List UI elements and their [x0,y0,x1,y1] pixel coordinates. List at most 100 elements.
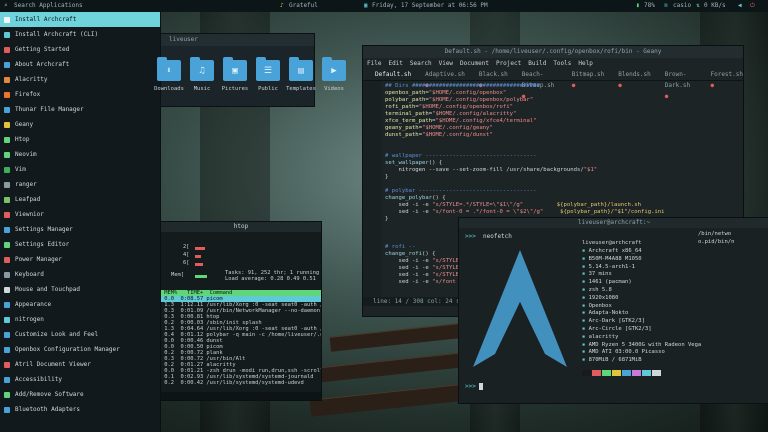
now-playing[interactable]: Grateful [289,2,318,9]
editor-tab[interactable]: Brown-Dark.sh ● [665,69,697,100]
menu-item[interactable]: Settings Editor [0,237,160,252]
battery-icon: ▮ [636,2,640,9]
network-speed: 0 KB/s [704,2,726,9]
menu-item-label: Htop [15,136,30,143]
editor-menu-item[interactable]: View [439,58,453,69]
editor-menu-item[interactable]: Build [528,58,546,69]
editor-title[interactable]: Default.sh - /home/liveuser/.config/open… [363,46,743,58]
file-manager-title[interactable]: liveuser [161,34,314,46]
info-icon: ▪ [582,349,589,356]
search-icon[interactable]: ⌕ [4,2,8,9]
calendar-icon: ▣ [364,2,368,9]
editor-menu-item[interactable]: Document [460,58,489,69]
neofetch-value: 5.14.5-arch1-1 [588,263,635,270]
menu-item[interactable]: Alacritty [0,72,160,87]
menu-item[interactable]: Leafpad [0,192,160,207]
editor-menu-item[interactable]: Edit [388,58,402,69]
folder-icon[interactable]: ☰ [256,57,280,81]
htop-load: Load average: 0.28 0.49 0.51 [225,276,316,282]
neofetch-line: ▪ B50M-M4A88 M1050 [582,256,642,264]
menu-item[interactable]: Keyboard [0,267,160,282]
menu-item[interactable]: Htop [0,132,160,147]
menu-item[interactable]: Thunar File Manager [0,102,160,117]
volume-icon[interactable]: ◀ [738,2,742,9]
editor-menu-item[interactable]: Search [410,58,432,69]
folder-icon[interactable]: ▤ [289,57,313,81]
menu-item[interactable]: Install Archcraft (CLI) [0,27,160,42]
info-icon: ▪ [582,341,589,348]
process-row[interactable]: 0.2 0:00.42 /usr/lib/systemd/systemd-ude… [161,380,304,386]
menu-item[interactable]: Firefox [0,87,160,102]
menu-item[interactable]: Mouse and Touchpad [0,282,160,297]
menu-item[interactable]: Geany [0,117,160,132]
menu-item-label: Thunar File Manager [15,106,84,113]
code-line: rofi_path="$HOME/.config/openbox/rofi" [385,104,513,110]
menu-item-label: Leafpad [15,196,41,203]
menu-item[interactable]: Atril Document Viewer [0,357,160,372]
menu-item[interactable]: Viewnior [0,207,160,222]
file-manager-window[interactable]: liveuser ⬇ Downloads ♫ Music ▣ Pictures ☰ Publi… [154,33,346,107]
editor-tab[interactable]: Blends.sh ● [618,69,651,89]
clock[interactable]: Friday, 17 September at 06:56 PM [372,2,488,9]
folder-icon[interactable]: ▶ [322,57,346,81]
editor-tab[interactable]: Forest.sh ● [710,69,743,89]
menu-item[interactable]: Power Manager [0,252,160,267]
htop-title[interactable]: htop [161,222,321,232]
menu-item[interactable]: Getting Started [0,42,160,57]
editor-tab[interactable]: Adaptive.sh ● [425,69,465,89]
menu-item[interactable]: Customize Look and Feel [0,327,160,342]
folder-icon[interactable]: ⬇ [157,57,181,81]
editor-menu-item[interactable]: Tools [553,58,571,69]
menu-item[interactable]: Add/Remove Software [0,387,160,402]
menu-item[interactable]: Openbox Configuration Manager [0,342,160,357]
background-text: /bin/netwo [698,231,732,237]
cpu-meter-label: 2[ [183,244,190,250]
code-line: sed -i -e "s/font [385,279,456,285]
app-icon [4,121,10,128]
editor-tab[interactable]: Bitmap.sh ● [572,69,605,89]
color-swatch [652,370,661,376]
menu-item[interactable]: Neovim [0,147,160,162]
info-icon: ▪ [582,310,589,317]
editor-tab[interactable]: Default.sh ● [375,69,411,89]
info-icon: ▪ [582,255,589,262]
power-icon[interactable]: ⏻ [750,2,755,10]
menu-item[interactable]: Install Archcraft [0,12,160,27]
menu-item-label: Settings Editor [15,241,70,248]
menu-item[interactable]: Vim [0,162,160,177]
menu-item[interactable]: Accessibility [0,372,160,387]
battery-level: 78% [644,2,655,9]
editor-menubar: File Edit Search View Document Project Build To… [363,58,743,69]
folder-label[interactable]: Videos [314,86,354,92]
editor-menu-item[interactable]: Project [496,58,521,69]
editor-menu-item[interactable]: File [367,58,381,69]
code-line: ## Dirs ################################… [385,83,540,89]
menu-item[interactable]: ranger [0,177,160,192]
menu-item-label: Customize Look and Feel [15,331,99,338]
app-icon [4,31,10,38]
editor-tab[interactable]: Beach-Bitmap.sh ● [522,69,558,100]
menu-item[interactable]: Settings Manager [0,222,160,237]
htop-function-keys[interactable]: F1Help F2Setup F3Search F4Filter F5Tree … [161,392,321,400]
folder-icon[interactable]: ♫ [190,57,214,81]
menu-item[interactable]: Bluetooth Adapters [0,402,160,417]
search-applications-input[interactable]: Search Applications [14,2,83,9]
terminal-title[interactable]: liveuser@archcraft:~ [459,218,768,228]
neofetch-line: ▪ Arc-Circle [GTK2/3] [582,326,652,334]
wifi-icon[interactable]: ≋ [664,2,668,9]
htop-window[interactable]: htop 2[ 4[ 6[ Mem[ Tasks: 91, 252 thr; 1… [160,221,322,401]
info-icon: ▪ [582,279,589,286]
app-icon [4,271,10,278]
cpu-meter [195,263,203,266]
editor-menu-item[interactable]: Help [578,58,592,69]
code-line: openbox_path="$HOME/.config/openbox" [385,90,507,96]
folder-icon[interactable]: ▣ [223,57,247,81]
editor-tab[interactable]: Black.sh ● [479,69,508,89]
menu-item[interactable]: nitrogen [0,312,160,327]
menu-item-label: Neovim [15,151,37,158]
neofetch-value: zsh 5.8 [588,287,612,293]
menu-item[interactable]: About Archcraft [0,57,160,72]
code-line: terminal_path="$HOME/.config/alacritty" [385,111,517,117]
menu-item[interactable]: Appearance [0,297,160,312]
info-icon: ▪ [582,326,589,332]
